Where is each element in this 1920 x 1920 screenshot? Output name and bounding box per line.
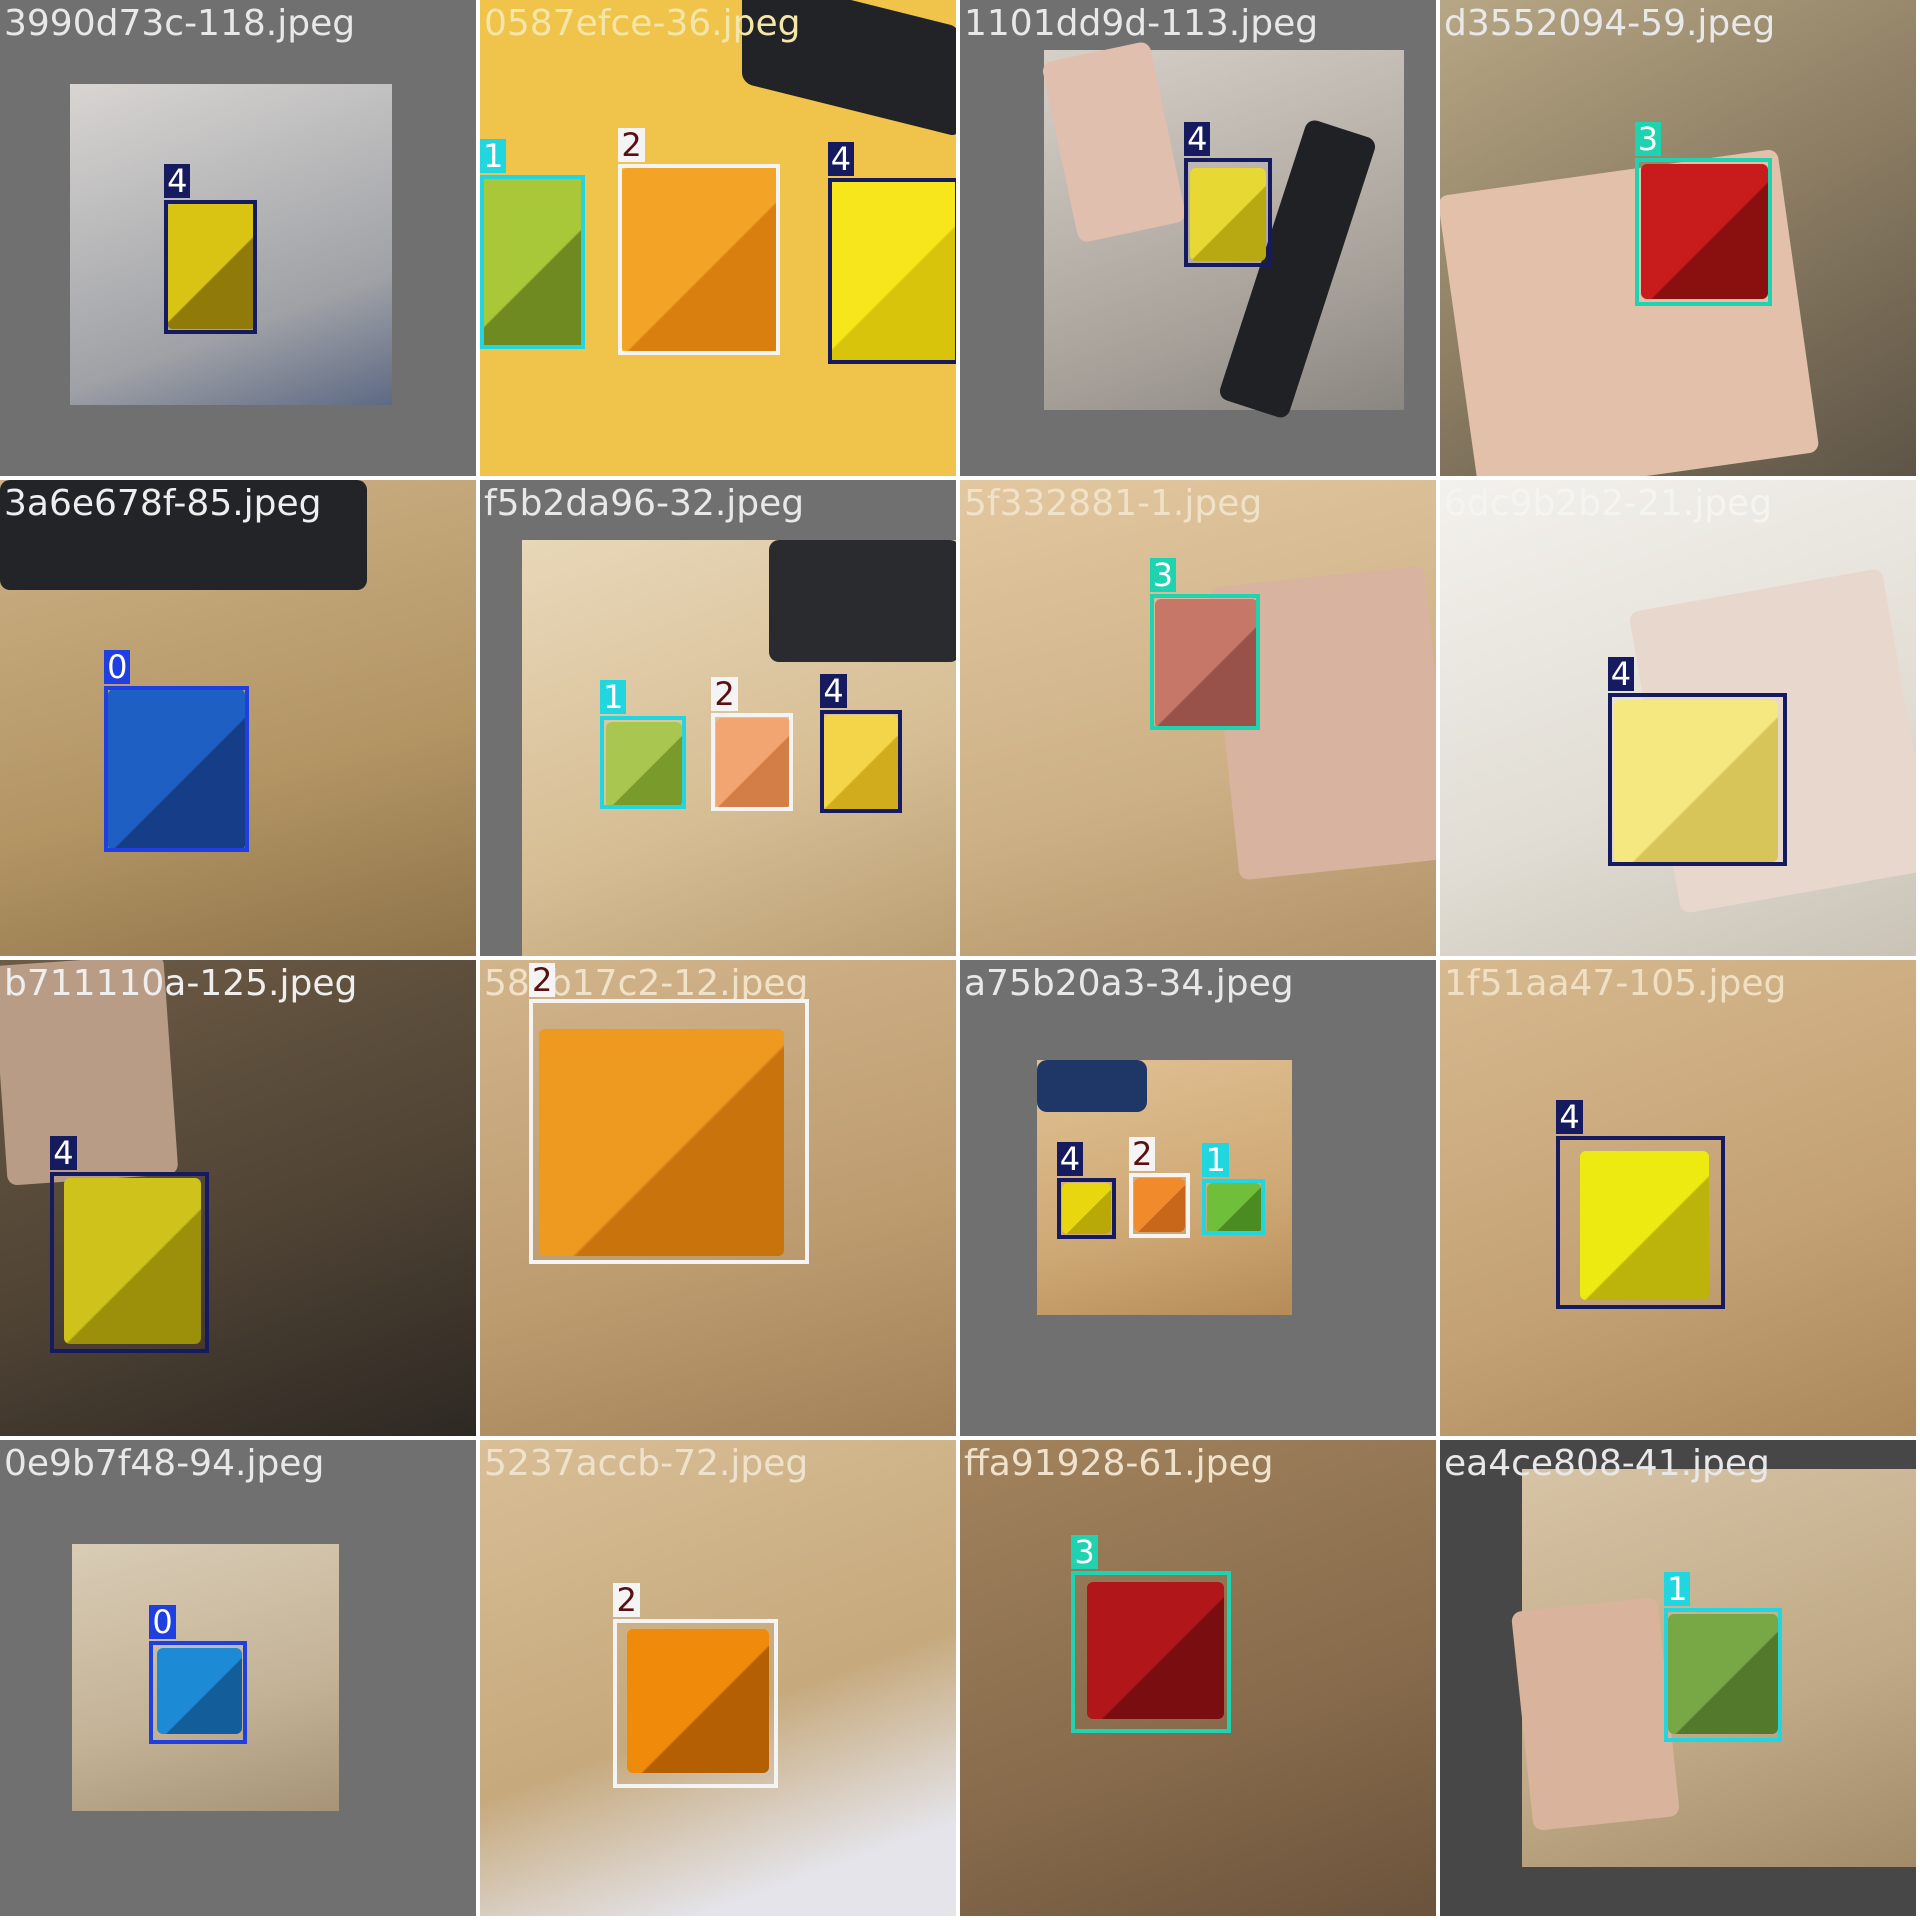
class-label-tag: 1 bbox=[600, 680, 627, 715]
background-object bbox=[1510, 1597, 1681, 1832]
bounding-box bbox=[618, 164, 780, 356]
class-label-tag: 4 bbox=[827, 141, 855, 176]
image-tile[interactable]: 0e9b7f48-94.jpeg 0 bbox=[0, 1440, 476, 1916]
image-tile[interactable]: 6dc9b2b2-21.jpeg 4 bbox=[1440, 480, 1916, 956]
class-label-tag: 0 bbox=[104, 649, 131, 684]
image-filename: 3990d73c-118.jpeg bbox=[4, 3, 356, 44]
image-tile[interactable]: b711110a-125.jpeg 4 bbox=[0, 960, 476, 1436]
image-filename: a75b20a3-34.jpeg bbox=[964, 963, 1294, 1004]
class-label-tag: 4 bbox=[1056, 1141, 1084, 1176]
bounding-box bbox=[1202, 1179, 1265, 1236]
bounding-box bbox=[613, 1618, 778, 1788]
bounding-box bbox=[1128, 1173, 1191, 1238]
class-label-tag: 4 bbox=[820, 674, 847, 709]
class-label-tag: 0 bbox=[149, 1604, 176, 1639]
bounding-box bbox=[104, 685, 249, 853]
bounding-box bbox=[528, 999, 810, 1264]
image-tile[interactable]: a75b20a3-34.jpeg 4 2 1 bbox=[960, 960, 1436, 1436]
image-filename: 0587efce-36.jpeg bbox=[484, 3, 801, 44]
image-tile[interactable]: 1f51aa47-105.jpeg 4 bbox=[1440, 960, 1916, 1436]
image-tile[interactable]: 0587efce-36.jpeg 1 2 4 bbox=[480, 0, 956, 476]
class-label-tag: 4 bbox=[164, 163, 191, 198]
image-filename: b711110a-125.jpeg bbox=[4, 963, 358, 1004]
image-filename: 3a6e678f-85.jpeg bbox=[4, 483, 322, 524]
background-object bbox=[768, 540, 956, 663]
background-object bbox=[1037, 1060, 1148, 1112]
image-filename: ffa91928-61.jpeg bbox=[964, 1443, 1274, 1484]
class-label-tag: 2 bbox=[618, 128, 645, 163]
class-label-tag: 2 bbox=[711, 676, 738, 711]
image-tile[interactable]: ea4ce808-41.jpeg 1 bbox=[1440, 1440, 1916, 1916]
bounding-box bbox=[164, 199, 258, 335]
bounding-box bbox=[1634, 157, 1772, 307]
image-tile[interactable]: 1101dd9d-113.jpeg 4 bbox=[960, 0, 1436, 476]
class-label-tag: 3 bbox=[1071, 1535, 1098, 1570]
class-label-tag: 3 bbox=[1149, 557, 1177, 592]
image-tile[interactable]: ffa91928-61.jpeg 3 bbox=[960, 1440, 1436, 1916]
bounding-box bbox=[1071, 1571, 1231, 1733]
image-filename: 5237accb-72.jpeg bbox=[484, 1443, 809, 1484]
image-filename: f5b2da96-32.jpeg bbox=[484, 483, 805, 524]
image-filename: 6dc9b2b2-21.jpeg bbox=[1444, 483, 1773, 524]
bounding-box bbox=[820, 710, 903, 814]
image-tile[interactable]: 3990d73c-118.jpeg 4 bbox=[0, 0, 476, 476]
image-tile[interactable]: 5f332881-1.jpeg 3 bbox=[960, 480, 1436, 956]
class-label-tag: 1 bbox=[480, 139, 507, 174]
image-filename: ea4ce808-41.jpeg bbox=[1444, 1443, 1770, 1484]
image-filename: 1f51aa47-105.jpeg bbox=[1444, 963, 1787, 1004]
bounding-box bbox=[1184, 157, 1273, 267]
image-tile[interactable]: d3552094-59.jpeg 3 bbox=[1440, 0, 1916, 476]
class-label-tag: 4 bbox=[1556, 1100, 1583, 1135]
bounding-box bbox=[600, 716, 686, 810]
bounding-box bbox=[1664, 1607, 1782, 1743]
bounding-box bbox=[1056, 1177, 1116, 1240]
image-filename: 1101dd9d-113.jpeg bbox=[964, 3, 1319, 44]
image-tile[interactable]: f5b2da96-32.jpeg 1 2 4 bbox=[480, 480, 956, 956]
class-label-tag: 4 bbox=[50, 1135, 77, 1170]
image-filename: d3552094-59.jpeg bbox=[1444, 3, 1776, 44]
mosaic-grid: 3990d73c-118.jpeg 4 0587efce-36.jpeg 1 2 4 110… bbox=[0, 0, 1920, 1920]
bounding-box bbox=[1149, 593, 1260, 730]
bounding-box bbox=[1556, 1136, 1726, 1309]
bounding-box bbox=[480, 175, 586, 349]
image-filename: 5f332881-1.jpeg bbox=[964, 483, 1263, 524]
class-label-tag: 2 bbox=[613, 1582, 640, 1617]
class-label-tag: 4 bbox=[1607, 657, 1635, 692]
class-label-tag: 4 bbox=[1184, 121, 1211, 156]
class-label-tag: 3 bbox=[1634, 121, 1662, 156]
image-tile[interactable]: 58?b17c2-12.jpeg 2 bbox=[480, 960, 956, 1436]
bounding-box bbox=[149, 1640, 248, 1744]
class-label-tag: 2 bbox=[1128, 1137, 1156, 1172]
image-tile[interactable]: 3a6e678f-85.jpeg 0 bbox=[0, 480, 476, 956]
bounding-box bbox=[1607, 693, 1787, 866]
bounding-box bbox=[827, 177, 956, 364]
image-filename: 0e9b7f48-94.jpeg bbox=[4, 1443, 325, 1484]
class-label-tag: 2 bbox=[528, 963, 556, 998]
bounding-box bbox=[711, 712, 794, 811]
bounding-box bbox=[50, 1171, 210, 1354]
image-tile[interactable]: 5237accb-72.jpeg 2 bbox=[480, 1440, 956, 1916]
class-label-tag: 1 bbox=[1664, 1571, 1691, 1606]
class-label-tag: 1 bbox=[1202, 1143, 1229, 1178]
